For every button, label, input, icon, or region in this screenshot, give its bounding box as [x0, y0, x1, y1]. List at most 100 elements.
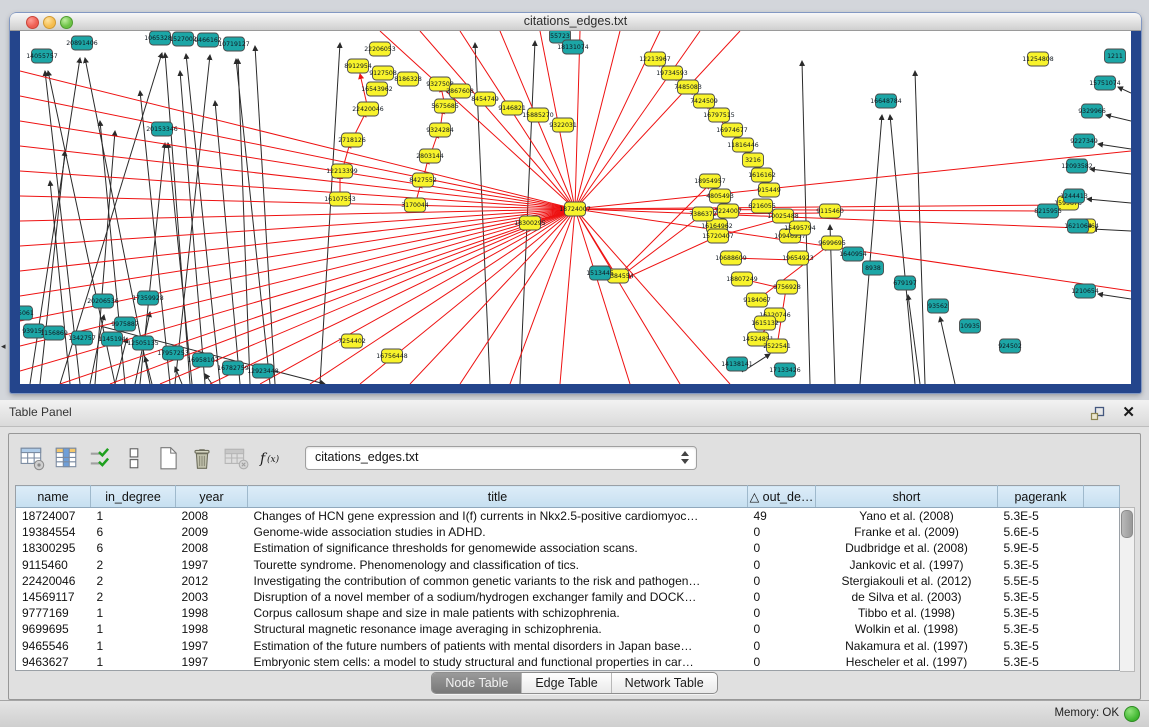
table-cell[interactable]: 5.3E-5: [998, 508, 1084, 525]
table-cell[interactable]: Tourette syndrome. Phenomenology and cla…: [248, 557, 748, 573]
column-header-in_degree[interactable]: in_degree: [91, 486, 176, 508]
table-cell[interactable]: Jankovic et al. (1997): [816, 557, 998, 573]
column-header-out_de[interactable]: △ out_de…: [748, 486, 816, 508]
table-row[interactable]: 946554611997Estimation of the future num…: [16, 638, 1120, 654]
table-cell[interactable]: 18300295: [16, 540, 91, 556]
graph-node[interactable]: 1527002: [169, 32, 197, 46]
table-cell[interactable]: Tibbo et al. (1998): [816, 605, 998, 621]
panel-collapse-arrow[interactable]: ◂: [1, 341, 6, 352]
graph-node[interactable]: 1640954: [839, 247, 867, 261]
function-builder-icon[interactable]: f(x): [257, 445, 283, 471]
table-cell[interactable]: 5.3E-5: [998, 589, 1084, 605]
graph-node[interactable]: 1156869: [40, 326, 68, 340]
graph-node[interactable]: 7485083: [674, 80, 702, 94]
table-cell[interactable]: 0: [748, 589, 816, 605]
table-cell[interactable]: 5.5E-5: [998, 573, 1084, 589]
column-visibility-icon[interactable]: [53, 445, 79, 471]
graph-node[interactable]: 135061: [20, 306, 34, 320]
table-cell[interactable]: 9115460: [16, 557, 91, 573]
table-cell[interactable]: 5.3E-5: [998, 654, 1084, 671]
graph-node[interactable]: 1211: [1105, 49, 1126, 63]
table-cell[interactable]: Disruption of a novel member of a sodium…: [248, 589, 748, 605]
table-cell[interactable]: 1: [91, 638, 176, 654]
table-cell[interactable]: 0: [748, 573, 816, 589]
graph-node[interactable]: 1615132: [751, 316, 779, 330]
column-header-title[interactable]: title: [248, 486, 748, 508]
table-cell[interactable]: Franke et al. (2009): [816, 524, 998, 540]
pagination-icon[interactable]: [121, 445, 147, 471]
graph-node[interactable]: 16756448: [376, 349, 408, 363]
table-cell[interactable]: 5.9E-5: [998, 540, 1084, 556]
column-header-pagerank[interactable]: pagerank: [998, 486, 1084, 508]
table-cell[interactable]: 0: [748, 621, 816, 637]
graph-node[interactable]: 1244413: [1060, 189, 1088, 203]
new-file-icon[interactable]: [155, 445, 181, 471]
graph-node[interactable]: 9115460: [816, 204, 844, 218]
close-panel-icon[interactable]: ✕: [1122, 403, 1135, 421]
table-cell[interactable]: Estimation of significance thresholds fo…: [248, 540, 748, 556]
graph-node[interactable]: 15751074: [1089, 76, 1121, 90]
table-cell[interactable]: [1084, 621, 1120, 637]
table-cell[interactable]: 5.3E-5: [998, 605, 1084, 621]
table-cell[interactable]: 2008: [176, 540, 248, 556]
graph-node[interactable]: 16648784: [870, 94, 902, 108]
table-cell[interactable]: 9699695: [16, 621, 91, 637]
graph-node[interactable]: 20153346: [146, 122, 178, 136]
table-cell[interactable]: Wolkin et al. (1998): [816, 621, 998, 637]
graph-node[interactable]: 9227349: [1070, 134, 1098, 148]
table-cell[interactable]: 0: [748, 638, 816, 654]
graph-node[interactable]: 10688609: [715, 251, 747, 265]
table-scrollbar-thumb[interactable]: [1121, 510, 1133, 538]
graph-node[interactable]: 924502: [998, 339, 1022, 353]
table-cell[interactable]: 1: [91, 605, 176, 621]
table-cell[interactable]: [1084, 508, 1120, 525]
table-cell[interactable]: [1084, 638, 1120, 654]
table-cell[interactable]: 2008: [176, 508, 248, 525]
table-cell[interactable]: 2: [91, 573, 176, 589]
table-cell[interactable]: 1997: [176, 638, 248, 654]
graph-node[interactable]: 9756928: [773, 280, 801, 294]
table-cell[interactable]: Structural magnetic resonance image aver…: [248, 621, 748, 637]
table-cell[interactable]: 6: [91, 540, 176, 556]
table-cell[interactable]: Estimation of the future numbers of pati…: [248, 638, 748, 654]
table-cell[interactable]: 1998: [176, 605, 248, 621]
graph-node[interactable]: 22420046: [352, 102, 384, 116]
table-cell[interactable]: Yano et al. (2008): [816, 508, 998, 525]
graph-node[interactable]: 8938: [863, 261, 884, 275]
table-cell[interactable]: 1: [91, 508, 176, 525]
table-row[interactable]: 1938455462009Genome-wide association stu…: [16, 524, 1120, 540]
graph-node[interactable]: 8454749: [471, 92, 499, 106]
graph-node[interactable]: 3170044: [401, 198, 429, 212]
graph-node[interactable]: 9322031: [549, 118, 577, 132]
table-row[interactable]: 911546021997Tourette syndrome. Phenomeno…: [16, 557, 1120, 573]
column-header-short[interactable]: short: [816, 486, 998, 508]
table-cell[interactable]: Hescheler et al. (1997): [816, 654, 998, 671]
graph-node[interactable]: 9184067: [743, 293, 771, 307]
graph-node[interactable]: 1513445: [586, 266, 614, 280]
table-cell[interactable]: 5.3E-5: [998, 621, 1084, 637]
table-cell[interactable]: de Silva et al. (2003): [816, 589, 998, 605]
graph-node[interactable]: 7424509: [690, 94, 718, 108]
table-cell[interactable]: 18724007: [16, 508, 91, 525]
graph-node[interactable]: 1210654: [1071, 284, 1099, 298]
row-selection-icon[interactable]: [87, 445, 113, 471]
graph-node[interactable]: 2867608: [446, 84, 474, 98]
table-cell[interactable]: 14569117: [16, 589, 91, 605]
table-cell[interactable]: Investigating the contribution of common…: [248, 573, 748, 589]
graph-node[interactable]: 19654923: [782, 251, 814, 265]
table-cell[interactable]: 2009: [176, 524, 248, 540]
graph-node[interactable]: 14055757: [26, 49, 58, 63]
tab-network-table[interactable]: Network Table: [612, 673, 717, 693]
graph-node[interactable]: 19734593: [656, 66, 688, 80]
table-row[interactable]: 977716911998Corpus callosum shape and si…: [16, 605, 1120, 621]
table-cell[interactable]: 1998: [176, 621, 248, 637]
graph-node[interactable]: 5675685: [431, 99, 459, 113]
graph-node[interactable]: 7254402: [338, 334, 366, 348]
table-row[interactable]: 1872400712008Changes of HCN gene express…: [16, 508, 1120, 525]
table-cell[interactable]: 0: [748, 540, 816, 556]
table-select-dropdown[interactable]: citations_edges.txt: [305, 446, 697, 470]
graph-node[interactable]: 9127508: [369, 66, 397, 80]
table-cell[interactable]: [1084, 654, 1120, 671]
table-cell[interactable]: 5.6E-5: [998, 524, 1084, 540]
table-cell[interactable]: 22420046: [16, 573, 91, 589]
